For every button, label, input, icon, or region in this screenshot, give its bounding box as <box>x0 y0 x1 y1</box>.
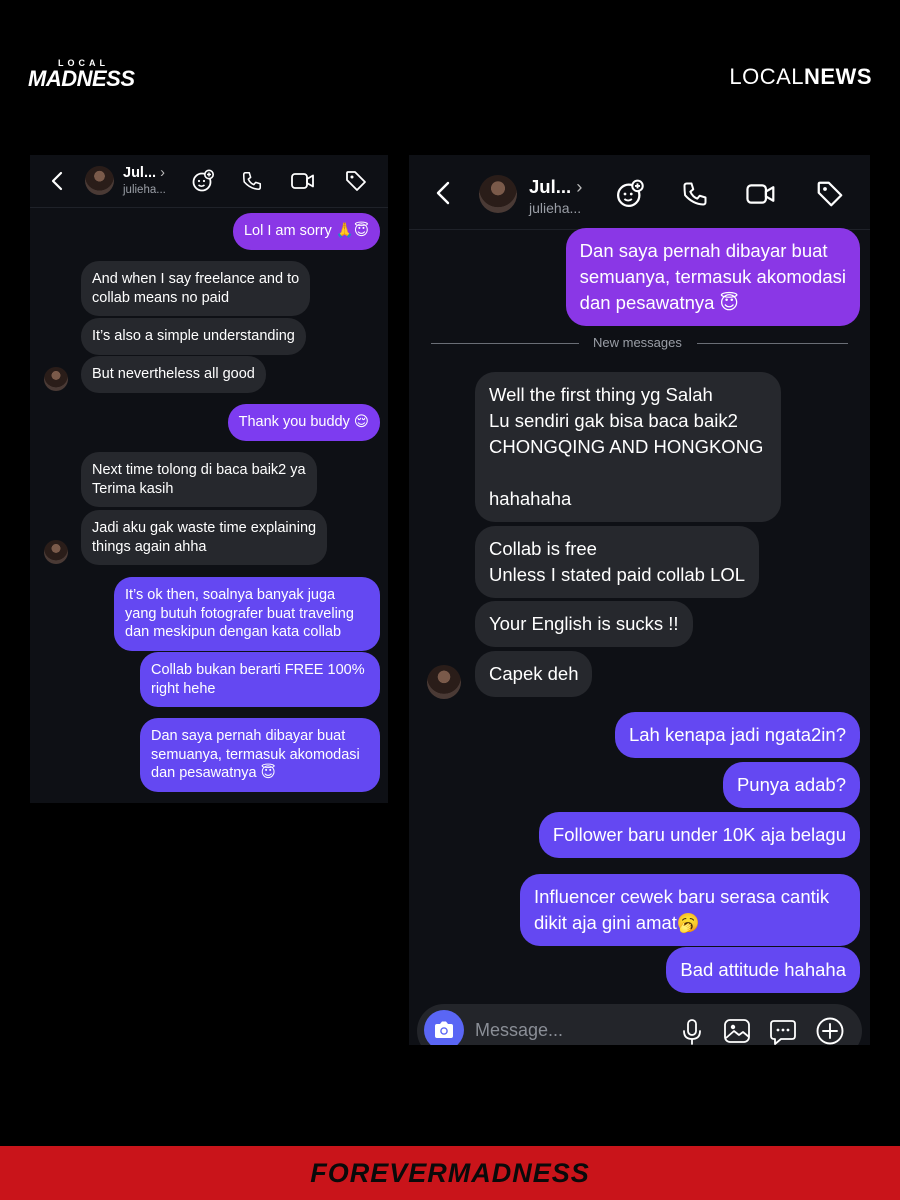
contact-username: julieha... <box>123 184 166 196</box>
message-bubble-received[interactable]: But nevertheless all good <box>81 356 266 393</box>
sender-avatar[interactable] <box>427 665 461 699</box>
message-bubble-received[interactable]: And when I say freelance and to collab m… <box>81 261 311 316</box>
contact-username: julieha... <box>529 200 582 216</box>
effects-icon[interactable] <box>191 169 215 193</box>
plus-icon[interactable] <box>815 1016 845 1045</box>
separator-label: New messages <box>593 335 682 350</box>
footer-banner: FOREVERMADNESS <box>0 1146 900 1200</box>
local-news-bold: NEWS <box>804 64 872 89</box>
sender-avatar[interactable] <box>44 367 68 391</box>
message-bubble-sent[interactable]: Dan saya pernah dibayar buat semuanya, t… <box>140 718 380 792</box>
message-bubble-sent[interactable]: It’s ok then, soalnya banyak juga yang b… <box>114 577 380 651</box>
message-bubble-sent[interactable]: Influencer cewek baru serasa cantik diki… <box>520 874 860 946</box>
message-bubble-received[interactable]: Jadi aku gak waste time explaining thing… <box>81 510 328 565</box>
message-composer[interactable]: Message... <box>417 1004 862 1045</box>
local-madness-logo: LOCAL MADNESS <box>28 58 143 98</box>
phone-icon[interactable] <box>241 170 263 192</box>
video-icon[interactable] <box>290 170 316 192</box>
contact-name[interactable]: Jul... › <box>123 165 165 181</box>
chevron-left-icon[interactable] <box>435 180 451 206</box>
message-bubble-received[interactable]: Collab is free Unless I stated paid coll… <box>475 526 760 598</box>
tag-icon[interactable] <box>344 169 368 193</box>
message-bubble-sent[interactable]: Punya adab? <box>722 762 860 808</box>
contact-name-text: Jul... <box>529 176 572 197</box>
footer-text: FOREVERMADNESS <box>310 1157 590 1188</box>
message-bubble-sent[interactable]: Thank you buddy 😌 <box>227 404 380 441</box>
gallery-icon[interactable] <box>723 1018 751 1044</box>
contact-name[interactable]: Jul... › <box>529 176 582 198</box>
separator-line <box>431 343 579 344</box>
microphone-icon[interactable] <box>681 1018 703 1045</box>
camera-button[interactable] <box>424 1010 464 1045</box>
chevron-right-icon: › <box>160 165 165 181</box>
chat-screenshot-left: Jul... › julieha... Lol I am sorry 🙏😇 An… <box>30 155 388 803</box>
local-news-logo: LOCALNEWS <box>729 64 872 90</box>
message-bubble-received[interactable]: Your English is sucks !! <box>475 601 693 647</box>
sticker-icon[interactable] <box>769 1018 797 1045</box>
message-bubble-sent[interactable]: Follower baru under 10K aja belagu <box>538 812 860 858</box>
chat-header: Jul... › julieha... <box>30 155 388 208</box>
message-input-placeholder[interactable]: Message... <box>475 1020 563 1041</box>
message-bubble-sent[interactable]: Collab bukan berarti FREE 100% right heh… <box>140 652 380 707</box>
local-news-light: LOCAL <box>729 64 804 89</box>
sender-avatar[interactable] <box>44 540 68 564</box>
logo-big-text: MADNESS <box>28 66 135 91</box>
chat-screenshot-right: Jul... › julieha... Dan saya pernah diba… <box>409 155 870 1045</box>
avatar[interactable] <box>479 175 517 213</box>
message-bubble-sent[interactable]: Bad attitude hahaha <box>666 947 860 993</box>
message-bubble-sent[interactable]: Lol I am sorry 🙏😇 <box>232 213 380 250</box>
message-bubble-received[interactable]: Well the first thing yg Salah Lu sendiri… <box>475 372 781 522</box>
message-bubble-received[interactable]: It’s also a simple understanding <box>81 318 306 355</box>
camera-icon <box>432 1019 456 1041</box>
message-bubble-sent[interactable]: Lah kenapa jadi ngata2in? <box>614 712 860 758</box>
chevron-left-icon[interactable] <box>50 171 64 191</box>
separator-line <box>697 343 848 344</box>
video-icon[interactable] <box>745 180 777 208</box>
avatar[interactable] <box>85 166 114 195</box>
message-bubble-sent[interactable]: Dan saya pernah dibayar buat semuanya, t… <box>565 228 860 326</box>
chat-header: Jul... › julieha... <box>409 155 870 230</box>
effects-icon[interactable] <box>615 179 645 209</box>
contact-name-text: Jul... <box>123 165 157 181</box>
new-messages-separator: New messages <box>431 335 848 350</box>
phone-icon[interactable] <box>681 180 709 208</box>
message-bubble-received[interactable]: Next time tolong di baca baik2 ya Terima… <box>81 452 317 507</box>
chevron-right-icon: › <box>576 176 583 197</box>
message-bubble-received[interactable]: Capek deh <box>475 651 593 697</box>
tag-icon[interactable] <box>815 179 845 209</box>
